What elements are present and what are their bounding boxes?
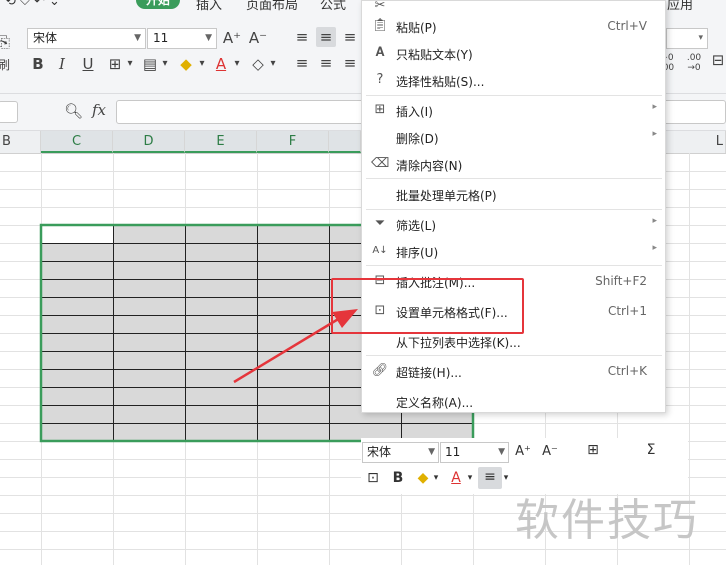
annotation-arrow [233, 309, 358, 384]
arrow-head [332, 309, 358, 328]
arrow-shaft [233, 316, 341, 384]
watermark: 软件技巧 [515, 495, 699, 546]
